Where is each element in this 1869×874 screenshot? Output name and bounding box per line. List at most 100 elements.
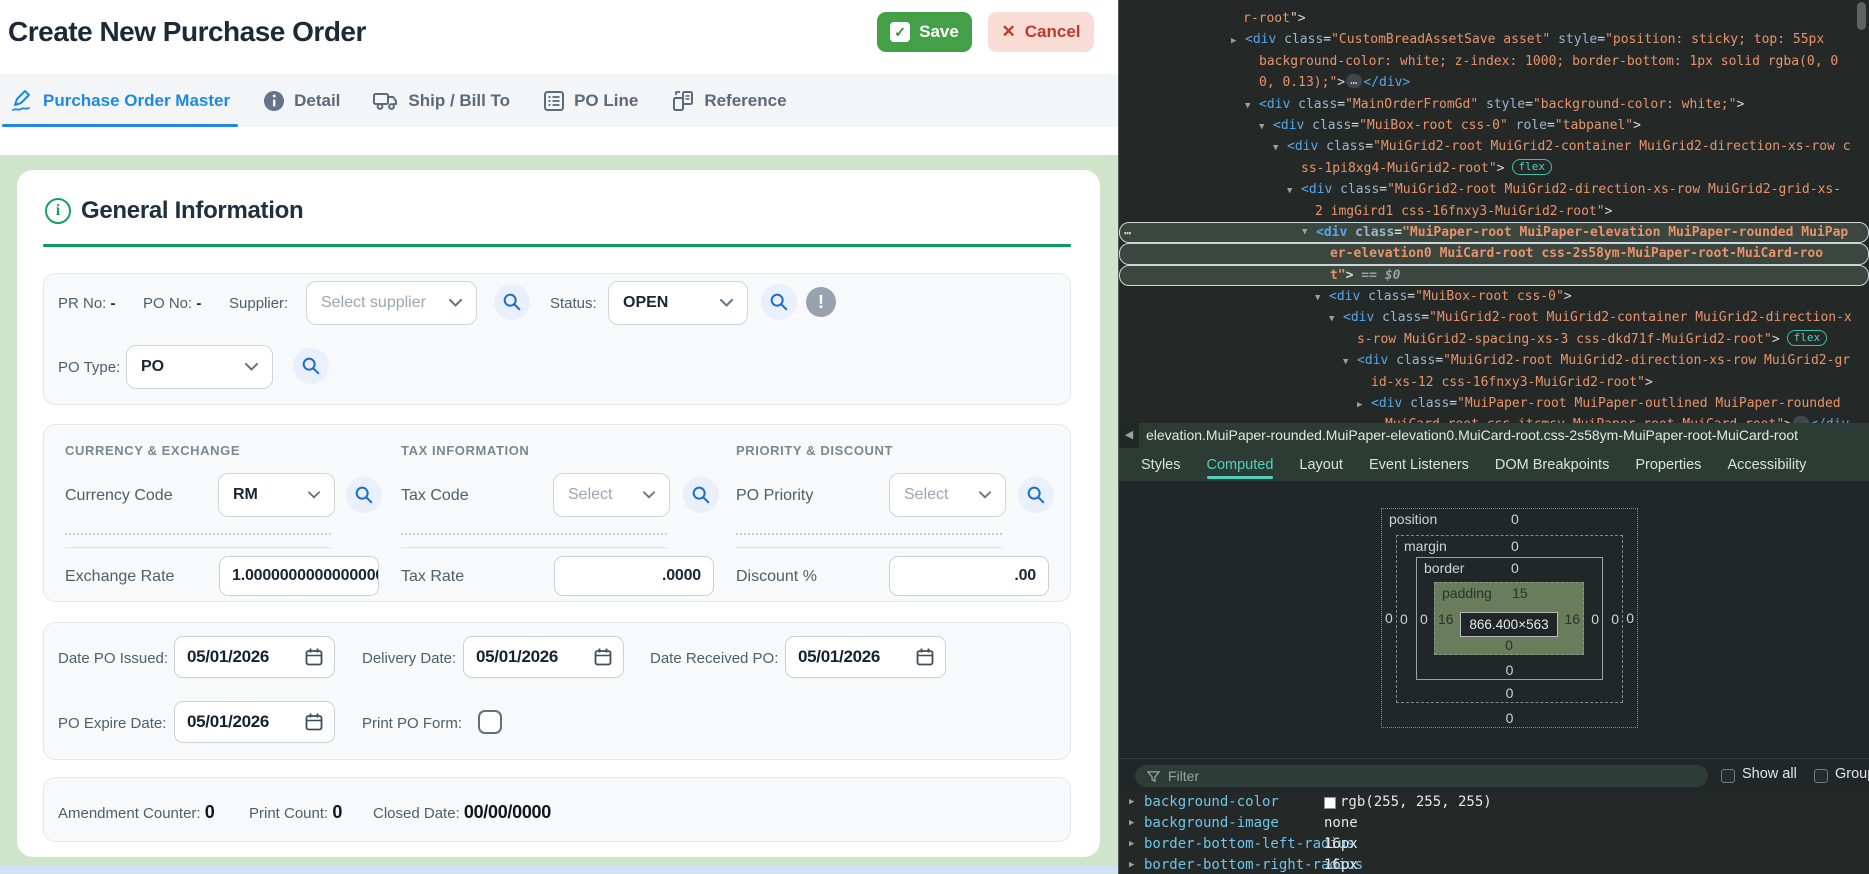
elements-tree-node[interactable]: ▶<div class="MuiPaper-root MuiPaper-outl… bbox=[1119, 393, 1869, 414]
devtools-tab-dom-breakpoints[interactable]: DOM Breakpoints bbox=[1495, 448, 1609, 481]
tab-po-line[interactable]: PO Line bbox=[543, 74, 638, 127]
devtools-tab-event-listeners[interactable]: Event Listeners bbox=[1369, 448, 1469, 481]
devtools-tab-properties[interactable]: Properties bbox=[1635, 448, 1701, 481]
code-token: = bbox=[1435, 353, 1443, 368]
discount-input[interactable]: .00 bbox=[889, 556, 1049, 596]
currency-code-select[interactable]: RM bbox=[218, 473, 335, 517]
po-expire-date-input[interactable]: 05/01/2026 bbox=[174, 701, 335, 743]
elements-tree-node[interactable]: ⋯▼<div class="MuiPaper-root MuiPaper-ele… bbox=[1119, 222, 1869, 243]
tab-ship-bill-to[interactable]: Ship / Bill To bbox=[373, 74, 510, 127]
po-type-search-button[interactable] bbox=[293, 348, 329, 384]
elements-tree-node[interactable]: 0, 0.13);">…</div> bbox=[1119, 72, 1869, 93]
date-po-issued-label: Date PO Issued: bbox=[58, 650, 168, 667]
elements-tree-node[interactable]: ▼<div class="MuiGrid2-root MuiGrid2-dire… bbox=[1119, 179, 1869, 200]
delivery-date-input[interactable]: 05/01/2026 bbox=[463, 636, 624, 678]
pen-icon bbox=[10, 89, 34, 113]
elements-tree-node[interactable]: ▼<div class="MuiGrid2-root MuiGrid2-dire… bbox=[1119, 350, 1869, 371]
elements-tree-node[interactable]: ▼<div class="MuiGrid2-root MuiGrid2-cont… bbox=[1119, 136, 1869, 157]
show-all-checkbox[interactable] bbox=[1721, 769, 1735, 783]
computed-property-row[interactable]: ▶background-colorrgb(255, 255, 255) bbox=[1119, 792, 1869, 813]
expand-arrow-icon[interactable]: ▶ bbox=[1129, 792, 1134, 813]
box-model-position[interactable]: position 0 0 0 0 margin 0 0 0 0 border 0… bbox=[1381, 508, 1638, 728]
po-priority-search-button[interactable] bbox=[1018, 477, 1054, 513]
tax-section-header: TAX INFORMATION bbox=[401, 443, 529, 458]
position-left: 0 bbox=[1385, 610, 1393, 626]
status-select[interactable]: OPEN bbox=[608, 281, 748, 325]
date-po-issued-input[interactable]: 05/01/2026 bbox=[174, 636, 335, 678]
tab-label: Reference bbox=[704, 91, 786, 111]
box-model-padding[interactable]: padding 15 16 16 0 866.400×563 bbox=[1434, 582, 1584, 655]
elements-scrollbar-thumb[interactable] bbox=[1857, 2, 1866, 30]
exchange-rate-input[interactable]: 1.0000000000000000 bbox=[219, 556, 379, 596]
computed-property-row[interactable]: ▶border-bottom-left-radius16px bbox=[1119, 834, 1869, 855]
tab-detail[interactable]: Detail bbox=[263, 74, 340, 127]
code-token: "MuiGrid2-root MuiGrid2-direction-xs-row… bbox=[1387, 182, 1841, 197]
chevron-down-icon bbox=[633, 491, 655, 499]
elements-tree-node[interactable]: ss-1pi8xg4-MuiGrid2-root">flex bbox=[1119, 158, 1869, 179]
computed-properties-list: ▶background-colorrgb(255, 255, 255)▶back… bbox=[1119, 792, 1869, 874]
supplier-select[interactable]: Select supplier bbox=[306, 281, 477, 325]
supplier-search-button[interactable] bbox=[494, 284, 530, 320]
elements-tree-node[interactable]: id-xs-12 css-16fnxy3-MuiGrid2-root"> bbox=[1119, 372, 1869, 393]
elements-tree-node[interactable]: background-color: white; z-index: 1000; … bbox=[1119, 51, 1869, 72]
elements-tree-node[interactable]: ▼<div class="MuiBox-root css-0" role="ta… bbox=[1119, 115, 1869, 136]
elements-tree-node[interactable]: s-row MuiGrid2-spacing-xs-3 css-dkd71f-M… bbox=[1119, 329, 1869, 350]
horizontal-scrollbar[interactable] bbox=[0, 866, 1118, 874]
expand-arrow-icon[interactable]: ▶ bbox=[1129, 813, 1134, 834]
box-model-border[interactable]: border 0 0 0 0 padding 15 16 16 0 866.40… bbox=[1416, 557, 1603, 680]
expand-arrow-icon[interactable]: ▶ bbox=[1129, 834, 1134, 855]
currency-search-button[interactable] bbox=[346, 477, 382, 513]
elements-tree-node[interactable]: ▼<div class="MuiBox-root css-0"> bbox=[1119, 286, 1869, 307]
code-token: er-elevation0 MuiCard-root css-2s58ym-Mu… bbox=[1330, 243, 1823, 264]
po-no-label: PO No: - bbox=[143, 295, 201, 312]
group-checkbox[interactable] bbox=[1814, 769, 1828, 783]
color-swatch[interactable] bbox=[1324, 797, 1336, 809]
tab-reference[interactable]: Reference bbox=[671, 74, 786, 127]
tax-rate-input[interactable]: .0000 bbox=[554, 556, 714, 596]
elements-tree-node[interactable]: er-elevation0 MuiCard-root css-2s58ym-Mu… bbox=[1119, 243, 1869, 264]
padding-label: padding bbox=[1442, 585, 1492, 601]
chevron-down-icon bbox=[235, 363, 258, 371]
expand-more-icon[interactable]: … bbox=[1346, 74, 1362, 88]
border-bottom: 0 bbox=[1506, 662, 1514, 678]
elements-tree-node[interactable]: r-root"> bbox=[1119, 8, 1869, 29]
date-received-po-input[interactable]: 05/01/2026 bbox=[785, 636, 946, 678]
purchase-order-app: Create New Purchase Order ✓ Save ✕ Cance… bbox=[0, 0, 1118, 874]
tax-code-search-button[interactable] bbox=[683, 477, 719, 513]
devtools-tab-layout[interactable]: Layout bbox=[1299, 448, 1343, 481]
divider bbox=[736, 533, 1002, 535]
code-token: class bbox=[1360, 289, 1407, 304]
elements-tree-node[interactable]: ▼<div class="MainOrderFromGd" style="bac… bbox=[1119, 94, 1869, 115]
devtools-tab-accessibility[interactable]: Accessibility bbox=[1727, 448, 1806, 481]
chevron-down-icon bbox=[439, 299, 462, 307]
computed-property-row[interactable]: ▶border-bottom-right-radius16px bbox=[1119, 855, 1869, 874]
code-token: ▼ bbox=[1259, 117, 1273, 138]
elements-tree-node[interactable]: ▼<div class="MuiGrid2-root MuiGrid2-cont… bbox=[1119, 307, 1869, 328]
filter-input[interactable]: Filter bbox=[1135, 765, 1708, 787]
elements-tree-node[interactable]: ▶<div class="CustomBreadAssetSave asset"… bbox=[1119, 29, 1869, 50]
box-model-margin[interactable]: margin 0 0 0 0 border 0 0 0 0 padding 15… bbox=[1396, 535, 1623, 703]
cancel-button[interactable]: ✕ Cancel bbox=[988, 12, 1094, 52]
devtools-tab-styles[interactable]: Styles bbox=[1141, 448, 1181, 481]
flex-badge[interactable]: flex bbox=[1512, 159, 1553, 175]
chevron-down-icon bbox=[710, 299, 733, 307]
po-type-select[interactable]: PO bbox=[126, 345, 273, 389]
box-model-content[interactable]: 866.400×563 bbox=[1460, 612, 1558, 637]
devtools-tab-computed[interactable]: Computed bbox=[1207, 448, 1274, 481]
tab-purchase-order-master[interactable]: Purchase Order Master bbox=[10, 74, 230, 127]
save-button[interactable]: ✓ Save bbox=[877, 12, 972, 52]
node-gutter-dots-icon[interactable]: ⋯ bbox=[1124, 223, 1132, 244]
expand-arrow-icon[interactable]: ▶ bbox=[1129, 855, 1134, 874]
elements-tree-node[interactable]: 2 imgGird1 css-16fnxy3-MuiGrid2-root"> bbox=[1119, 201, 1869, 222]
print-po-form-checkbox[interactable] bbox=[478, 710, 502, 734]
computed-property-row[interactable]: ▶background-imagenone bbox=[1119, 813, 1869, 834]
elements-tree-node[interactable]: t"> == $0 bbox=[1119, 265, 1869, 286]
flex-badge[interactable]: flex bbox=[1787, 330, 1828, 346]
status-search-button[interactable] bbox=[761, 284, 797, 320]
breadcrumb-collapse-button[interactable]: ◀ bbox=[1119, 423, 1139, 448]
property-name: background-image bbox=[1144, 813, 1279, 834]
currency-tax-priority-fieldset: CURRENCY & EXCHANGE TAX INFORMATION PRIO… bbox=[43, 424, 1071, 602]
tax-code-select[interactable]: Select bbox=[553, 473, 670, 517]
code-token: class bbox=[1290, 97, 1337, 112]
po-priority-select[interactable]: Select bbox=[889, 473, 1006, 517]
